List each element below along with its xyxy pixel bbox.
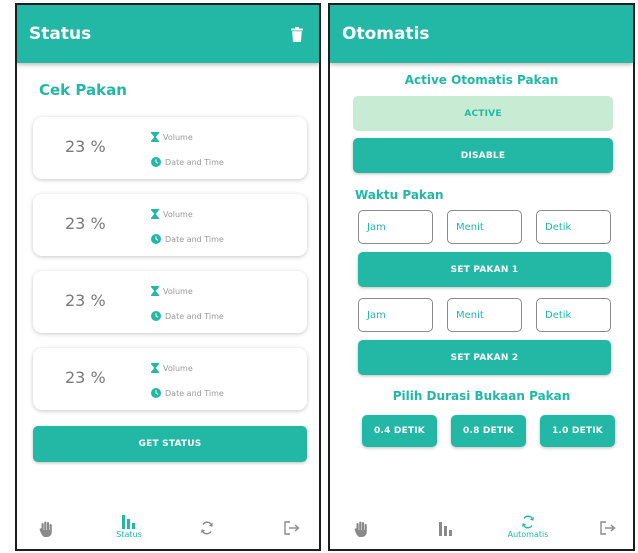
volume-percentage: 23 % (65, 291, 106, 310)
otomatis-appbar: Otomatis (330, 5, 633, 63)
set-pakan-1-button[interactable]: SET PAKAN 1 (358, 252, 611, 287)
hand-icon (39, 521, 52, 537)
waktu-pakan-title: Waktu Pakan (355, 188, 444, 202)
jam-input-2[interactable]: Jam (358, 298, 433, 332)
datetime-row: Date and Time (151, 234, 224, 244)
sync-icon (522, 515, 534, 529)
nav-item-automatis[interactable] (172, 521, 242, 535)
volume-row: Volume (151, 286, 193, 296)
nav-item-automatis[interactable]: Automatis (493, 515, 563, 539)
clock-icon (151, 157, 161, 167)
volume-percentage: 23 % (65, 368, 106, 387)
datetime-label: Date and Time (165, 157, 224, 167)
status-card: 23 % Volume Date and Time (33, 117, 307, 179)
clock-icon (151, 388, 161, 398)
volume-row: Volume (151, 363, 193, 373)
page-title: Status (29, 24, 92, 44)
logout-icon (600, 521, 616, 535)
nav-item-status[interactable] (411, 522, 481, 536)
bottom-nav: Automatis (330, 509, 633, 549)
volume-label: Volume (163, 132, 193, 142)
volume-label: Volume (163, 286, 193, 296)
volume-percentage: 23 % (65, 214, 106, 233)
menit-input-1[interactable]: Menit (447, 210, 522, 244)
bar-chart-icon (439, 522, 452, 536)
detik-input-1[interactable]: Detik (536, 210, 611, 244)
status-card: 23 % Volume Date and Time (33, 194, 307, 256)
status-card: 23 % Volume Date and Time (33, 271, 307, 333)
bar-chart-icon (122, 515, 135, 529)
nav-item-logout[interactable] (573, 521, 633, 535)
datetime-row: Date and Time (151, 311, 224, 321)
datetime-label: Date and Time (165, 388, 224, 398)
datetime-row: Date and Time (151, 157, 224, 167)
status-screen: Status Cek Pakan 23 % Volume Date and Ti… (15, 3, 321, 551)
sync-icon (201, 521, 213, 535)
datetime-row: Date and Time (151, 388, 224, 398)
active-otomatis-title: Active Otomatis Pakan (404, 73, 559, 87)
set-pakan-2-button[interactable]: SET PAKAN 2 (358, 340, 611, 375)
datetime-label: Date and Time (165, 234, 224, 244)
nav-item-manual[interactable] (330, 521, 396, 537)
duration-0-8-button[interactable]: 0.8 DETIK (451, 415, 526, 447)
section-title-cek-pakan: Cek Pakan (39, 81, 127, 99)
hand-icon (354, 521, 367, 537)
logout-icon (284, 521, 300, 535)
clock-icon (151, 234, 161, 244)
page-title: Otomatis (342, 24, 430, 44)
jam-input-1[interactable]: Jam (358, 210, 433, 244)
status-card: 23 % Volume Date and Time (33, 348, 307, 410)
hourglass-icon (151, 286, 159, 296)
nav-item-manual[interactable] (17, 521, 81, 537)
detik-input-2[interactable]: Detik (536, 298, 611, 332)
datetime-label: Date and Time (165, 311, 224, 321)
disable-button[interactable]: DISABLE (353, 138, 613, 173)
menit-input-2[interactable]: Menit (447, 298, 522, 332)
nav-label-automatis: Automatis (507, 530, 549, 539)
volume-percentage: 23 % (65, 137, 106, 156)
active-button[interactable]: ACTIVE (353, 96, 613, 131)
nav-item-status[interactable]: Status (94, 515, 164, 539)
volume-row: Volume (151, 209, 193, 219)
duration-0-4-button[interactable]: 0.4 DETIK (362, 415, 437, 447)
trash-icon[interactable] (291, 26, 303, 42)
volume-label: Volume (163, 209, 193, 219)
nav-item-logout[interactable] (257, 521, 319, 535)
volume-row: Volume (151, 132, 193, 142)
hourglass-icon (151, 209, 159, 219)
duration-1-0-button[interactable]: 1.0 DETIK (540, 415, 615, 447)
durasi-title: Pilih Durasi Bukaan Pakan (392, 389, 571, 403)
hourglass-icon (151, 363, 159, 373)
clock-icon (151, 311, 161, 321)
get-status-button[interactable]: GET STATUS (33, 426, 307, 462)
volume-label: Volume (163, 363, 193, 373)
otomatis-screen: Otomatis Active Otomatis Pakan ACTIVE DI… (328, 3, 635, 551)
status-appbar: Status (17, 5, 319, 63)
bottom-nav: Status (17, 509, 319, 549)
nav-label-status: Status (116, 530, 142, 539)
hourglass-icon (151, 132, 159, 142)
